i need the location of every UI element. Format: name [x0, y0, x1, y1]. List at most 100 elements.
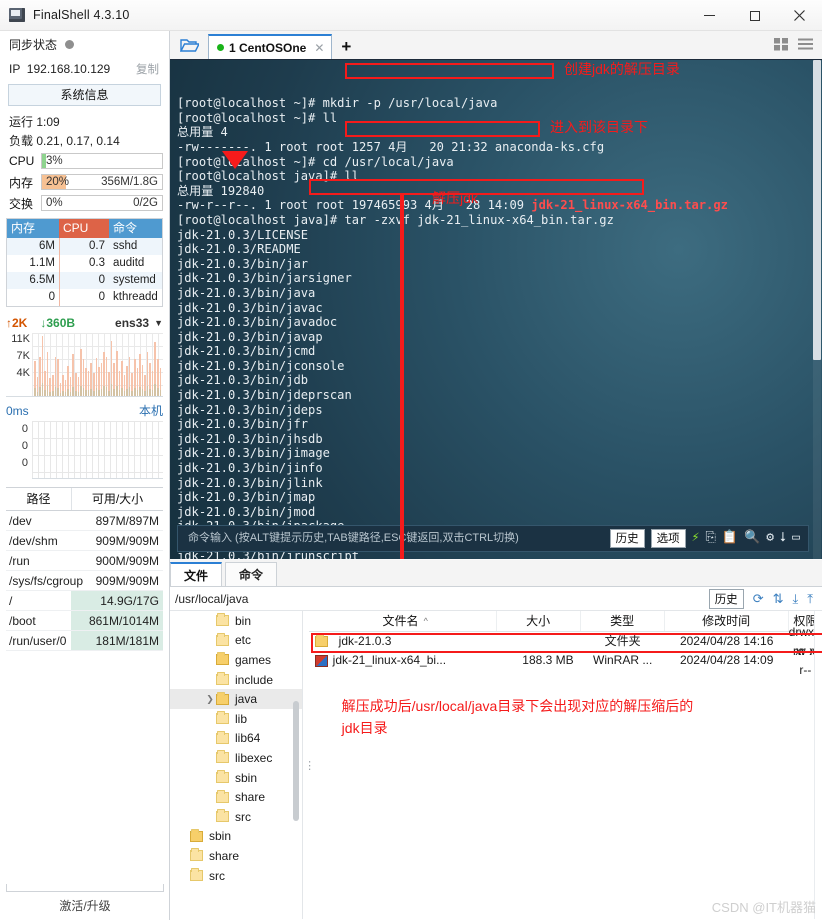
tree-node-bin[interactable]: bin: [170, 611, 302, 631]
list-view-icon[interactable]: [798, 38, 813, 54]
file-list-scrollbar[interactable]: [814, 611, 822, 919]
search-icon[interactable]: 🔍: [744, 531, 760, 546]
maximize-button[interactable]: [732, 0, 777, 31]
disk-usage-table: 路径 可用/大小 /dev 897M/897M/dev/shm 909M/909M /…: [6, 487, 163, 651]
uptime-row: 运行 1:09: [6, 112, 163, 131]
close-tab-icon[interactable]: ✕: [314, 41, 324, 55]
terminal-output[interactable]: [root@localhost ~]# mkdir -p /usr/local/…: [170, 60, 822, 559]
terminal-line: jdk-21.0.3/bin/jlink: [177, 475, 323, 490]
window-icon[interactable]: ▭: [792, 531, 800, 546]
net-bar: [75, 373, 77, 396]
disk-row[interactable]: /dev 897M/897M: [6, 511, 163, 531]
process-row[interactable]: 0 0 kthreadd: [7, 289, 162, 306]
folder-icon: [216, 809, 229, 823]
new-tab-button[interactable]: +: [341, 37, 351, 57]
process-table-header: 内存 CPU 命令: [7, 219, 162, 238]
terminal-line: jdk-21.0.3/bin/jarsigner: [177, 271, 352, 286]
disk-size: 861M/1014M: [71, 611, 163, 630]
open-folder-icon[interactable]: [170, 31, 208, 59]
bolt-icon[interactable]: ⚡: [692, 531, 700, 546]
disk-row[interactable]: / 14.9G/17G: [6, 591, 163, 611]
current-path[interactable]: /usr/local/java: [170, 592, 248, 606]
tree-node-share[interactable]: share: [170, 787, 302, 807]
net-bar: [69, 377, 72, 396]
directory-tree: bin etc games include ❯ java lib lib64 libexec sb…: [170, 611, 304, 919]
folder-icon: [216, 789, 229, 803]
grid-view-icon[interactable]: [774, 38, 789, 54]
tree-node-lib[interactable]: lib: [170, 709, 302, 729]
network-interface-selector[interactable]: ens33: [115, 316, 149, 330]
tree-node-lib64[interactable]: lib64: [170, 729, 302, 749]
process-col-cmd[interactable]: 命令: [109, 219, 162, 238]
close-button[interactable]: [777, 0, 822, 31]
net-bar: [49, 378, 51, 396]
tree-node-etc[interactable]: etc: [170, 631, 302, 651]
tree-node-src[interactable]: src: [170, 866, 302, 886]
command-history-button[interactable]: 历史: [609, 529, 645, 548]
tree-node-games[interactable]: games: [170, 650, 302, 670]
process-col-cpu[interactable]: CPU: [59, 219, 109, 238]
terminal-line: jdk-21.0.3/bin/javadoc: [177, 315, 338, 330]
tree-node-share[interactable]: share: [170, 846, 302, 866]
tree-node-libexec[interactable]: libexec: [170, 748, 302, 768]
disk-row[interactable]: /sys/fs/cgroup 909M/909M: [6, 571, 163, 591]
disk-col-size[interactable]: 可用/大小: [71, 488, 163, 510]
disk-path: /: [9, 594, 13, 608]
copy-ip-button[interactable]: 复制: [136, 61, 163, 77]
copy-icon[interactable]: ⎘: [705, 531, 715, 546]
tree-node-label: lib64: [235, 731, 261, 746]
process-mem: 1.1M: [29, 257, 55, 269]
load-row: 负载 0.21, 0.17, 0.14: [6, 131, 163, 150]
upload-icon[interactable]: ⤒: [807, 591, 813, 607]
disk-size: 14.9G/17G: [71, 591, 163, 610]
tree-node-java[interactable]: ❯ java: [170, 689, 303, 709]
chevron-right-icon[interactable]: ❯: [204, 694, 216, 705]
header-mtime[interactable]: 修改时间: [665, 611, 789, 631]
header-size[interactable]: 大小: [497, 611, 581, 631]
process-row[interactable]: 1.1M 0.3 auditd: [7, 255, 162, 272]
tab-commands[interactable]: 命令: [225, 562, 278, 586]
disk-col-path[interactable]: 路径: [6, 488, 71, 510]
tree-node-sbin[interactable]: sbin: [170, 768, 302, 788]
gear-icon[interactable]: ⚙: [766, 531, 774, 546]
header-filename[interactable]: 文件名 ^: [309, 611, 497, 631]
refresh-icon[interactable]: ⟳: [753, 591, 764, 607]
ping-target[interactable]: 本机: [139, 402, 163, 419]
sort-icon[interactable]: ⇅: [773, 591, 784, 607]
process-row[interactable]: 6M 0.7 sshd: [7, 238, 162, 255]
disk-row[interactable]: /run/user/0 181M/181M: [6, 631, 163, 651]
disk-size: 909M/909M: [95, 534, 159, 548]
ping-stats-bar: 0ms 本机: [6, 400, 163, 421]
chevron-down-icon[interactable]: ▼: [154, 318, 163, 328]
disk-row[interactable]: /run 900M/909M: [6, 551, 163, 571]
paste-icon[interactable]: 📋: [722, 531, 738, 546]
session-tab-centosone[interactable]: 1 CentOSOne ✕: [208, 34, 333, 59]
disk-row[interactable]: /dev/shm 909M/909M: [6, 531, 163, 551]
process-col-mem[interactable]: 内存: [7, 219, 59, 238]
tree-node-include[interactable]: include: [170, 670, 302, 690]
disk-row[interactable]: /boot 861M/1014M: [6, 611, 163, 631]
uptime-value: 1:09: [36, 114, 60, 129]
net-bar: [103, 351, 105, 397]
disk-size: 897M/897M: [95, 514, 159, 528]
tree-node-label: include: [235, 672, 274, 687]
system-info-button[interactable]: 系统信息: [8, 84, 161, 106]
tree-node-src[interactable]: src: [170, 807, 302, 827]
process-row[interactable]: 6.5M 0 systemd: [7, 272, 162, 289]
command-input-bar[interactable]: 命令输入 (按ALT键提示历史,TAB键路径,ESC键返回,双击CTRL切换) …: [177, 525, 809, 552]
activate-upgrade-link[interactable]: 激活/升级: [0, 897, 169, 914]
command-options-button[interactable]: 选项: [650, 529, 686, 548]
tree-node-sbin[interactable]: sbin: [170, 827, 302, 847]
download-icon[interactable]: ⤓: [793, 591, 799, 607]
ping-tick-1: 0: [21, 440, 28, 452]
minimize-button[interactable]: [687, 0, 732, 31]
folder-icon: [216, 730, 229, 744]
tree-scrollbar[interactable]: [293, 701, 300, 821]
net-bar: [151, 370, 154, 397]
download-icon[interactable]: ⭣: [780, 531, 786, 546]
file-history-button[interactable]: 历史: [708, 588, 744, 609]
header-type[interactable]: 类型: [581, 611, 665, 631]
file-row[interactable]: jdk-21_linux-x64_bi... 188.3 MB WinRAR ...…: [309, 644, 822, 677]
window-controls: [687, 0, 822, 31]
tab-files[interactable]: 文件: [170, 562, 223, 586]
